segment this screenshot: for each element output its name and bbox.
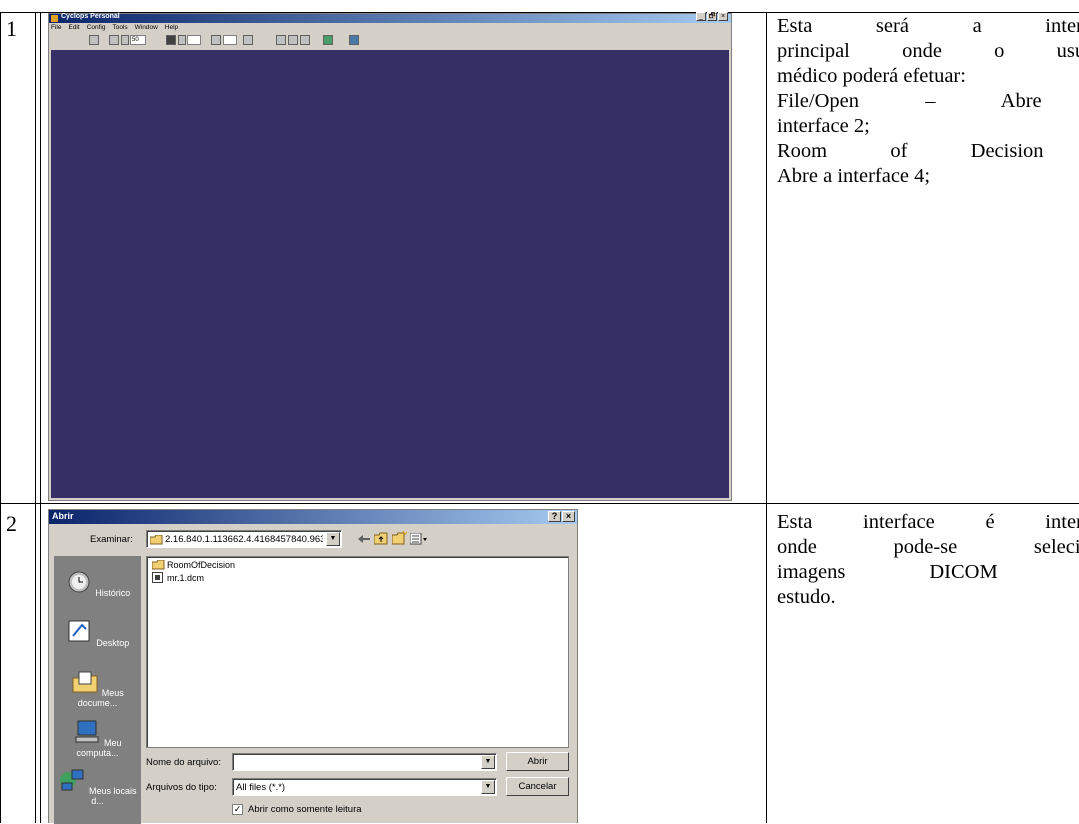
contrast-field[interactable]: [187, 35, 201, 45]
dialog-title-bar[interactable]: Abrir ? ×: [49, 510, 577, 524]
place-label: Histórico: [95, 588, 131, 598]
contrast-icon[interactable]: [166, 35, 176, 45]
row-number: 1: [6, 16, 17, 41]
file-icon: [152, 572, 163, 583]
description-line: Room of Decision –: [777, 140, 1079, 162]
history-icon: [68, 571, 90, 593]
dialog-controls: ? ×: [548, 511, 575, 522]
cancel-button[interactable]: Cancelar: [506, 777, 569, 796]
help-button[interactable]: ?: [548, 511, 561, 522]
window-level-field[interactable]: [223, 35, 237, 45]
folder-icon: [152, 560, 165, 570]
filetype-value: All files (*.*): [236, 782, 286, 793]
description-line: Esta interface é interface: [777, 511, 1079, 533]
zoom-spinner-icon[interactable]: [121, 35, 129, 45]
grid-layout-icon[interactable]: [243, 35, 253, 45]
chevron-down-icon[interactable]: ▼: [481, 755, 495, 769]
description-line: Esta será a interface: [777, 15, 1079, 37]
annotate-icon[interactable]: [276, 35, 286, 45]
place-network[interactable]: Meus locais d...: [54, 768, 141, 806]
filetype-label: Arquivos do tipo:: [146, 782, 217, 793]
filename-label: Nome do arquivo:: [146, 757, 221, 768]
my-documents-icon: [72, 671, 98, 693]
row-description: Esta será a interface principal onde o u…: [777, 14, 1079, 189]
place-label: Desktop: [96, 638, 130, 648]
description-line: onde pode-se selecionar: [777, 536, 1079, 558]
desktop-icon: [68, 620, 90, 642]
up-folder-icon[interactable]: [374, 532, 388, 545]
place-label: Meus locais d...: [88, 786, 137, 806]
file-name: RoomOfDecision: [167, 560, 236, 570]
zoom-icon[interactable]: [109, 35, 119, 45]
room-of-decision-icon[interactable]: [349, 35, 359, 45]
description-line: médico poderá efetuar:: [777, 65, 966, 87]
file-list[interactable]: RoomOfDecision mr.1.dcm: [146, 556, 569, 748]
place-my-computer[interactable]: Meu computa...: [54, 720, 141, 758]
table-left-border: [0, 12, 1, 823]
menu-tools[interactable]: Tools: [112, 24, 127, 33]
description-line: estudo.: [777, 586, 836, 608]
places-bar: Histórico Desktop Meus docume... Meu com…: [54, 556, 141, 824]
network-places-icon: [60, 769, 84, 791]
list-item[interactable]: RoomOfDecision: [152, 560, 235, 570]
new-folder-icon[interactable]: [392, 531, 407, 545]
menu-config[interactable]: Config: [87, 24, 106, 33]
place-my-documents[interactable]: Meus docume...: [54, 670, 141, 708]
chevron-down-icon[interactable]: ▼: [481, 780, 495, 794]
window-level-icon[interactable]: [211, 35, 221, 45]
filename-input[interactable]: ▼: [232, 753, 497, 771]
description-line: imagens DICOM para: [777, 561, 1079, 583]
title-bar[interactable]: Cyclops Personal _ 🗗 ×: [49, 12, 731, 23]
dialog-title: Abrir: [52, 511, 74, 521]
row-divider: [0, 503, 1079, 504]
open-button[interactable]: Abrir: [506, 752, 569, 771]
app-icon: [51, 15, 58, 22]
filetype-select[interactable]: All files (*.*) ▼: [232, 778, 497, 796]
readonly-checkbox-label[interactable]: Abrir como somente leitura: [248, 804, 362, 815]
menu-bar: File Edit Config Tools Window Help: [51, 24, 178, 33]
chevron-down-icon[interactable]: ▼: [326, 532, 340, 546]
measure-icon[interactable]: [288, 35, 298, 45]
close-button[interactable]: ×: [562, 511, 575, 522]
toolbar: 50: [51, 34, 729, 48]
row-description: Esta interface é interface onde pode-se …: [777, 510, 1079, 610]
row-number: 2: [6, 511, 17, 536]
workspace-area[interactable]: [51, 50, 729, 498]
look-in-value: 2.16.840.1.113662.4.4168457840.96359132;: [165, 534, 323, 545]
file-name: mr.1.dcm: [167, 572, 205, 583]
look-in-combo[interactable]: 2.16.840.1.113662.4.4168457840.96359132;…: [146, 530, 342, 548]
zoom-field[interactable]: 50: [130, 35, 146, 45]
list-item[interactable]: mr.1.dcm: [152, 572, 204, 583]
window-title: Cyclops Personal: [61, 13, 120, 20]
look-in-label: Examinar:: [90, 534, 133, 545]
back-arrow-icon[interactable]: [358, 534, 370, 544]
view-menu-icon[interactable]: [410, 533, 428, 545]
close-button[interactable]: ×: [718, 12, 728, 21]
minimize-button[interactable]: _: [696, 12, 706, 21]
description-line: principal onde o usuário: [777, 40, 1079, 62]
menu-window[interactable]: Window: [135, 24, 158, 33]
contrast-toggle-icon[interactable]: [178, 35, 186, 45]
description-line: File/Open – Abre a: [777, 90, 1079, 112]
folder-icon: [150, 535, 163, 545]
place-history[interactable]: Histórico: [54, 570, 141, 598]
open-file-dialog: Abrir ? × Examinar: 2.16.840.1.113662.4.…: [48, 509, 578, 824]
back-arrow-icon[interactable]: [323, 35, 333, 45]
my-computer-icon: [75, 720, 99, 743]
menu-file[interactable]: File: [51, 24, 61, 33]
window-controls: _ 🗗 ×: [696, 12, 728, 21]
number-column-border: [35, 12, 36, 823]
cyclops-main-window: Cyclops Personal _ 🗗 × File Edit Config …: [48, 12, 732, 501]
series-icon[interactable]: [300, 35, 310, 45]
readonly-checkbox[interactable]: ✓: [232, 804, 243, 815]
description-column-border: [766, 12, 767, 823]
number-column-border-inner: [40, 12, 41, 823]
save-icon[interactable]: [89, 35, 99, 45]
menu-help[interactable]: Help: [165, 24, 178, 33]
menu-edit[interactable]: Edit: [68, 24, 79, 33]
restore-button[interactable]: 🗗: [707, 12, 717, 21]
description-line: Abre a interface 4;: [777, 165, 931, 187]
description-line: interface 2;: [777, 115, 870, 137]
place-desktop[interactable]: Desktop: [54, 620, 141, 648]
